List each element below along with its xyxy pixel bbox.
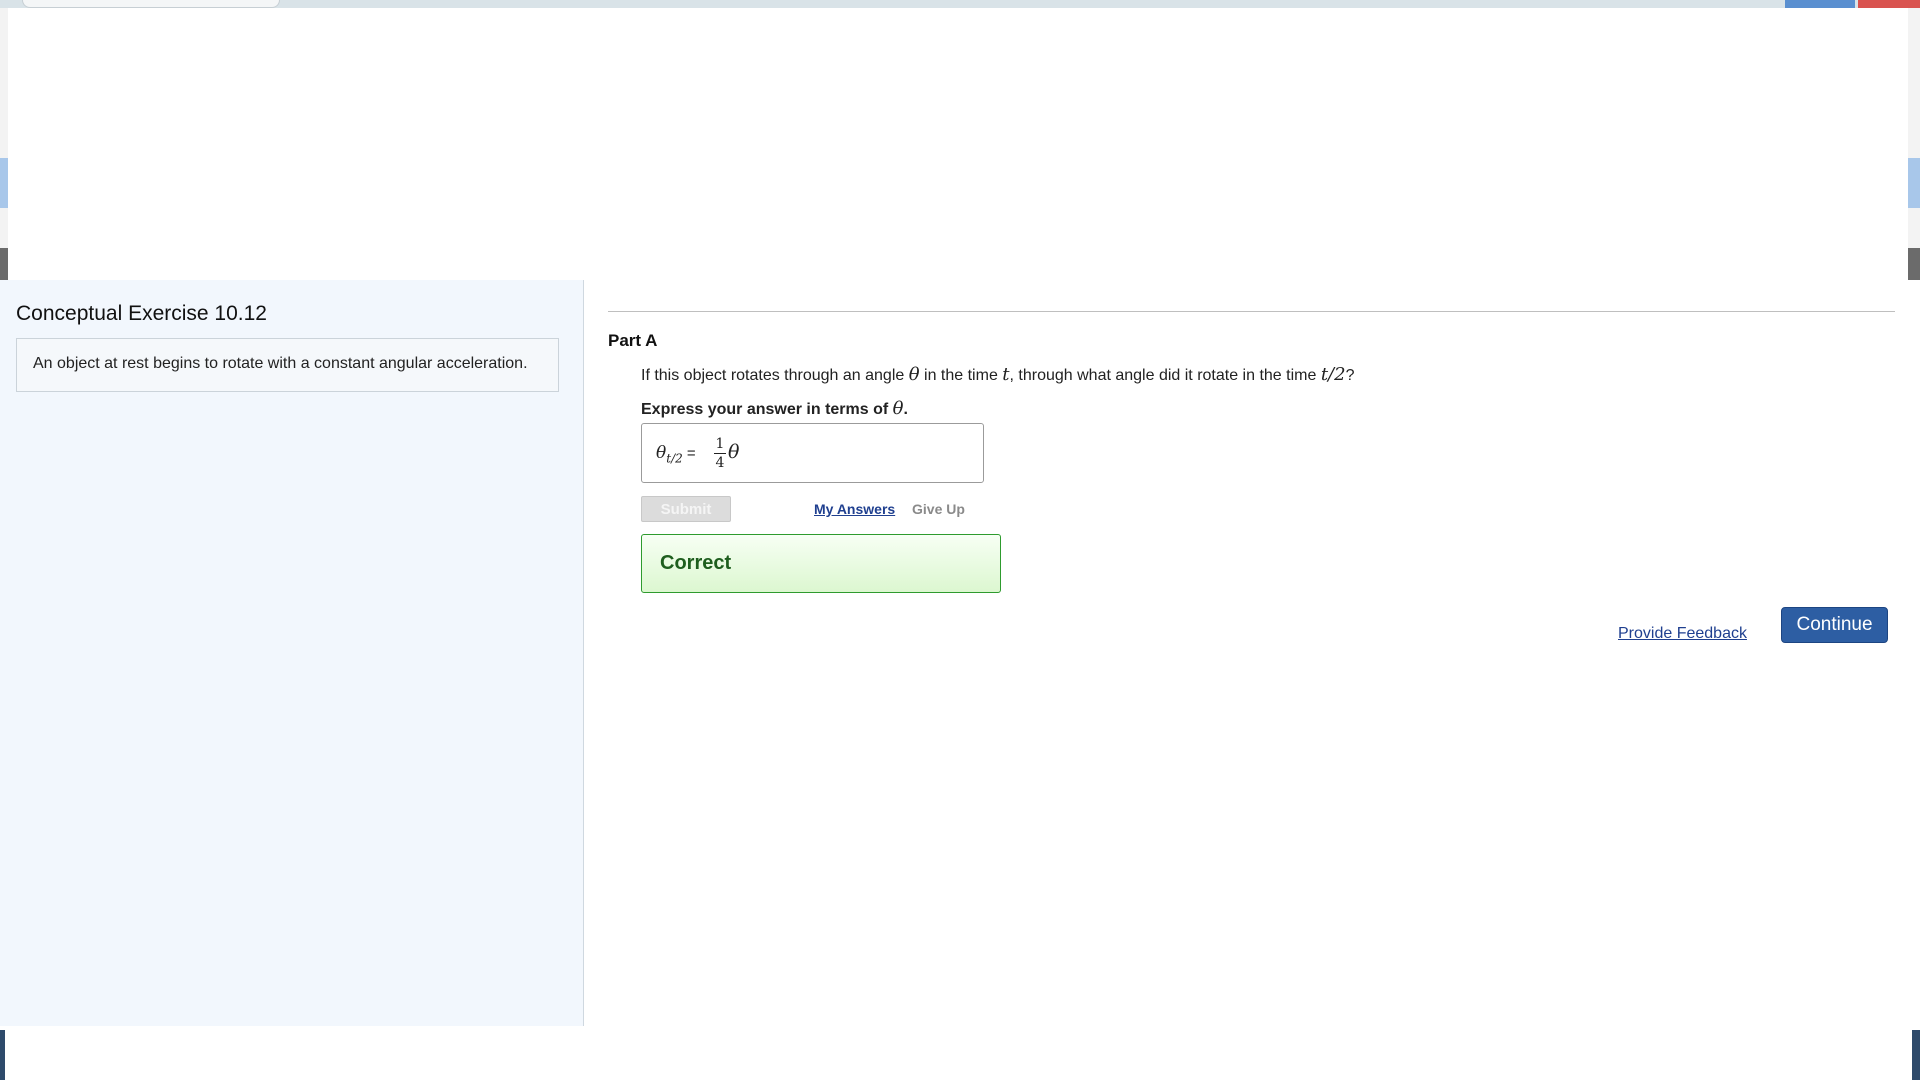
continue-button[interactable]: Continue	[1781, 607, 1888, 643]
give-up-link[interactable]: Give Up	[912, 501, 965, 517]
fraction-numerator: 1	[715, 436, 725, 452]
fraction-bar	[714, 453, 726, 454]
background-page-strip-right	[1908, 8, 1920, 280]
fraction-denominator: 4	[715, 455, 725, 471]
my-answers-link[interactable]: My Answers	[814, 501, 895, 517]
part-divider	[608, 311, 1895, 312]
instruction-suffix: .	[903, 401, 908, 418]
answer-label-var: θ	[656, 443, 667, 463]
question-var-t-half: t/2	[1320, 364, 1346, 385]
answer-fraction: 1 4	[714, 436, 726, 471]
answer-value-var: θ	[728, 441, 740, 463]
problem-panel: Conceptual Exercise 10.12 An object at r…	[0, 280, 584, 1026]
browser-chrome-top	[0, 0, 1920, 8]
answer-field[interactable]: θt/2 = 1 4 θ	[641, 423, 984, 483]
instruction-var: θ	[892, 398, 904, 419]
provide-feedback-link[interactable]: Provide Feedback	[1618, 625, 1747, 643]
background-page-strip-bottom-left	[0, 1030, 5, 1080]
question-text-2: in the time	[919, 367, 1003, 384]
correct-status-text: Correct	[660, 552, 732, 574]
exercise-title: Conceptual Exercise 10.12	[16, 302, 267, 325]
submit-button[interactable]: Submit	[641, 496, 731, 522]
browser-tab[interactable]	[22, 0, 280, 8]
instruction-text: Express your answer in terms of	[641, 401, 893, 418]
window-control-button[interactable]	[1785, 0, 1855, 8]
question-var-t: t	[1002, 364, 1010, 385]
answer-instruction: Express your answer in terms of θ.	[641, 398, 908, 419]
exercise-modal: Conceptual Exercise 10.12 An object at r…	[0, 8, 1908, 1080]
answer-label-equals: =	[682, 445, 696, 462]
problem-statement: An object at rest begins to rotate with …	[16, 338, 559, 392]
part-title: Part A	[608, 331, 658, 350]
question-var-theta: θ	[908, 364, 920, 385]
question-text-3: , through what angle did it rotate in th…	[1009, 367, 1321, 384]
background-page-strip-left	[0, 8, 8, 280]
problem-statement-text: An object at rest begins to rotate with …	[33, 355, 528, 372]
answer-label-sub: t/2	[666, 451, 683, 466]
window-close-button[interactable]	[1858, 0, 1920, 8]
background-page-strip-bottom-right	[1912, 1030, 1920, 1080]
answer-label: θt/2 =	[656, 443, 696, 465]
question-text-4: ?	[1345, 367, 1355, 384]
question-text-1: If this object rotates through an angle	[641, 367, 909, 384]
correct-feedback-box: Correct	[641, 534, 1001, 593]
question-text: If this object rotates through an angle …	[641, 364, 1354, 385]
